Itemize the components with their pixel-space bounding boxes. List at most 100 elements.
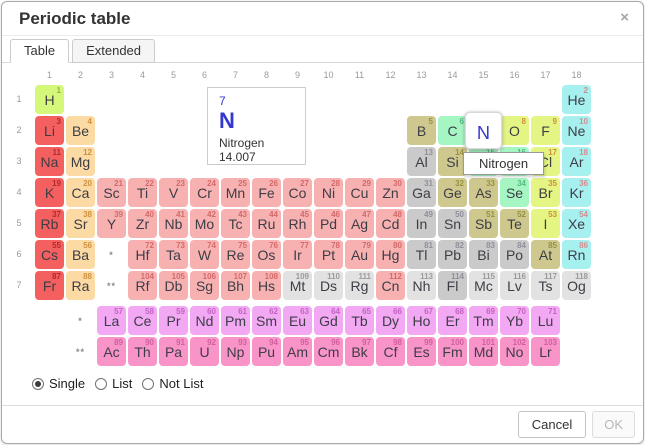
element-cell-Au[interactable]: Au79 (345, 240, 374, 269)
element-cell-Rh[interactable]: Rh45 (283, 209, 312, 238)
element-cell-Ts[interactable]: Ts117 (531, 271, 560, 300)
element-cell-Rg[interactable]: Rg111 (345, 271, 374, 300)
element-cell-Tl[interactable]: Tl81 (407, 240, 436, 269)
element-cell-Be[interactable]: Be4 (66, 116, 95, 145)
element-cell-Bi[interactable]: Bi83 (469, 240, 498, 269)
element-cell-Cd[interactable]: Cd48 (376, 209, 405, 238)
element-cell-Mt[interactable]: Mt109 (283, 271, 312, 300)
element-cell-Nb[interactable]: Nb41 (159, 209, 188, 238)
element-cell-Ta[interactable]: Ta73 (159, 240, 188, 269)
element-cell-Cn[interactable]: Cn112 (376, 271, 405, 300)
element-cell-Ni[interactable]: Ni28 (314, 178, 343, 207)
element-cell-Tb[interactable]: Tb65 (345, 306, 374, 335)
element-cell-H[interactable]: H1 (35, 85, 64, 114)
element-cell-Ac[interactable]: Ac89 (97, 337, 126, 366)
element-cell-Np[interactable]: Np93 (221, 337, 250, 366)
element-cell-No[interactable]: No102 (500, 337, 529, 366)
element-cell-Ho[interactable]: Ho67 (407, 306, 436, 335)
element-cell-Nh[interactable]: Nh113 (407, 271, 436, 300)
element-cell-F[interactable]: F9 (531, 116, 560, 145)
element-cell-Pu[interactable]: Pu94 (252, 337, 281, 366)
element-cell-Nd[interactable]: Nd60 (190, 306, 219, 335)
tab-extended[interactable]: Extended (72, 39, 155, 63)
element-cell-Ag[interactable]: Ag47 (345, 209, 374, 238)
element-cell-W[interactable]: W74 (190, 240, 219, 269)
element-cell-Ce[interactable]: Ce58 (128, 306, 157, 335)
element-cell-Bh[interactable]: Bh107 (221, 271, 250, 300)
ok-button[interactable]: OK (592, 411, 635, 438)
element-cell-Og[interactable]: Og118 (562, 271, 591, 300)
element-cell-Na[interactable]: Na11 (35, 147, 64, 176)
element-cell-Cf[interactable]: Cf98 (376, 337, 405, 366)
element-cell-Kr[interactable]: Kr36 (562, 178, 591, 207)
element-cell-Ar[interactable]: Ar18 (562, 147, 591, 176)
element-cell-Fr[interactable]: Fr87 (35, 271, 64, 300)
element-cell-Pb[interactable]: Pb82 (438, 240, 467, 269)
element-cell-Dy[interactable]: Dy66 (376, 306, 405, 335)
element-cell-Ba[interactable]: Ba56 (66, 240, 95, 269)
element-cell-Mn[interactable]: Mn25 (221, 178, 250, 207)
element-cell-Se[interactable]: Se34 (500, 178, 529, 207)
element-cell-Ge[interactable]: Ge32 (438, 178, 467, 207)
element-cell-U[interactable]: U92 (190, 337, 219, 366)
element-cell-Re[interactable]: Re75 (221, 240, 250, 269)
element-cell-Zr[interactable]: Zr40 (128, 209, 157, 238)
element-cell-Lu[interactable]: Lu71 (531, 306, 560, 335)
element-cell-Sr[interactable]: Sr38 (66, 209, 95, 238)
element-cell-Lr[interactable]: Lr103 (531, 337, 560, 366)
element-cell-Rb[interactable]: Rb37 (35, 209, 64, 238)
element-cell-Sb[interactable]: Sb51 (469, 209, 498, 238)
element-cell-O[interactable]: O8 (500, 116, 529, 145)
radio-list[interactable]: List (95, 376, 132, 391)
element-cell-Cs[interactable]: Cs55 (35, 240, 64, 269)
element-cell-Zn[interactable]: Zn30 (376, 178, 405, 207)
element-cell-Ne[interactable]: Ne10 (562, 116, 591, 145)
tab-table[interactable]: Table (10, 39, 69, 63)
element-cell-Rf[interactable]: Rf104 (128, 271, 157, 300)
element-cell-K[interactable]: K19 (35, 178, 64, 207)
element-cell-Fe[interactable]: Fe26 (252, 178, 281, 207)
close-icon[interactable]: × (620, 9, 629, 26)
element-cell-As[interactable]: As33 (469, 178, 498, 207)
element-cell-Mc[interactable]: Mc115 (469, 271, 498, 300)
element-cell-Xe[interactable]: Xe54 (562, 209, 591, 238)
element-cell-Hf[interactable]: Hf72 (128, 240, 157, 269)
element-cell-Pd[interactable]: Pd46 (314, 209, 343, 238)
radio-not-list[interactable]: Not List (142, 376, 203, 391)
element-cell-Ru[interactable]: Ru44 (252, 209, 281, 238)
element-cell-Ca[interactable]: Ca20 (66, 178, 95, 207)
element-cell-Tc[interactable]: Tc43 (221, 209, 250, 238)
element-cell-Cm[interactable]: Cm96 (314, 337, 343, 366)
element-cell-N[interactable]: N (465, 112, 503, 150)
element-cell-Pm[interactable]: Pm61 (221, 306, 250, 335)
element-cell-Lv[interactable]: Lv116 (500, 271, 529, 300)
element-cell-Yb[interactable]: Yb70 (500, 306, 529, 335)
element-cell-Eu[interactable]: Eu63 (283, 306, 312, 335)
element-cell-Po[interactable]: Po84 (500, 240, 529, 269)
element-cell-Er[interactable]: Er68 (438, 306, 467, 335)
element-cell-Ga[interactable]: Ga31 (407, 178, 436, 207)
element-cell-Sn[interactable]: Sn50 (438, 209, 467, 238)
element-cell-Pt[interactable]: Pt78 (314, 240, 343, 269)
element-cell-Li[interactable]: Li3 (35, 116, 64, 145)
element-cell-Sg[interactable]: Sg106 (190, 271, 219, 300)
element-cell-Os[interactable]: Os76 (252, 240, 281, 269)
element-cell-In[interactable]: In49 (407, 209, 436, 238)
element-cell-Fl[interactable]: Fl114 (438, 271, 467, 300)
element-cell-V[interactable]: V23 (159, 178, 188, 207)
element-cell-La[interactable]: La57 (97, 306, 126, 335)
element-cell-Rn[interactable]: Rn86 (562, 240, 591, 269)
element-cell-Ti[interactable]: Ti22 (128, 178, 157, 207)
element-cell-At[interactable]: At85 (531, 240, 560, 269)
element-cell-Sm[interactable]: Sm62 (252, 306, 281, 335)
element-cell-Hs[interactable]: Hs108 (252, 271, 281, 300)
element-cell-Co[interactable]: Co27 (283, 178, 312, 207)
element-cell-Es[interactable]: Es99 (407, 337, 436, 366)
element-cell-Cu[interactable]: Cu29 (345, 178, 374, 207)
element-cell-Te[interactable]: Te52 (500, 209, 529, 238)
element-cell-Y[interactable]: Y39 (97, 209, 126, 238)
element-cell-I[interactable]: I53 (531, 209, 560, 238)
element-cell-Gd[interactable]: Gd64 (314, 306, 343, 335)
element-cell-Br[interactable]: Br35 (531, 178, 560, 207)
element-cell-Tm[interactable]: Tm69 (469, 306, 498, 335)
